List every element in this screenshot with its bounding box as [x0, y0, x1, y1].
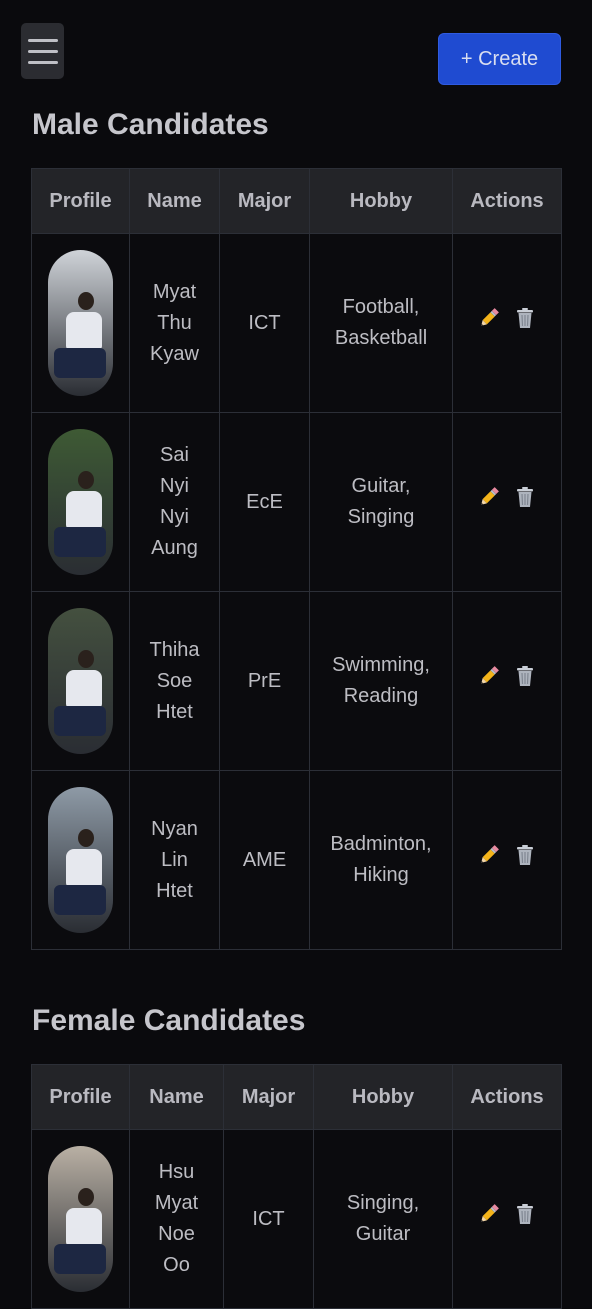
avatar-pants	[54, 1244, 106, 1274]
hobby-cell: Singing, Guitar	[313, 1129, 453, 1309]
avatar-pants	[54, 348, 106, 378]
hamburger-menu-icon[interactable]	[21, 23, 64, 79]
trash-icon[interactable]	[513, 306, 537, 340]
menu-bar	[27, 60, 58, 64]
major-cell: PrE	[219, 591, 310, 771]
male-candidates-title: Male Candidates	[32, 108, 269, 141]
table-row: Nyan Lin Htet AME Badminton, Hiking	[31, 770, 562, 950]
avatar	[48, 787, 113, 933]
column-header-major: Major	[219, 168, 310, 234]
hobby-cell: Swimming, Reading	[309, 591, 453, 771]
avatar-head	[78, 1188, 94, 1206]
avatar-head	[78, 650, 94, 668]
actions-cell	[452, 770, 562, 950]
avatar-shirt	[66, 491, 102, 529]
column-header-actions: Actions	[452, 168, 562, 234]
create-button[interactable]: + Create	[438, 33, 561, 85]
name-cell: Myat Thu Kyaw	[129, 233, 220, 413]
avatar-shirt	[66, 1208, 102, 1246]
table-header-row: Profile Name Major Hobby Actions	[31, 1064, 562, 1130]
trash-icon[interactable]	[513, 485, 537, 519]
top-bar: + Create	[0, 0, 592, 100]
actions-group	[453, 843, 561, 877]
trash-icon[interactable]	[513, 664, 537, 698]
table-row: Sai Nyi Nyi Aung EcE Guitar, Singing	[31, 412, 562, 592]
table-header-row: Profile Name Major Hobby Actions	[31, 168, 562, 234]
pencil-icon[interactable]	[477, 306, 501, 340]
table-row: Hsu Myat Noe Oo ICT Singing, Guitar	[31, 1129, 562, 1309]
avatar-pants	[54, 527, 106, 557]
avatar-shirt	[66, 670, 102, 708]
actions-group	[453, 485, 561, 519]
name-cell: Thiha Soe Htet	[129, 591, 220, 771]
name-cell: Sai Nyi Nyi Aung	[129, 412, 220, 592]
column-header-name: Name	[129, 1064, 224, 1130]
major-cell: ICT	[219, 233, 310, 413]
pencil-icon[interactable]	[477, 664, 501, 698]
avatar	[48, 1146, 113, 1292]
hobby-cell: Badminton, Hiking	[309, 770, 453, 950]
table-row: Thiha Soe Htet PrE Swimming, Reading	[31, 591, 562, 771]
pencil-icon[interactable]	[477, 1202, 501, 1236]
trash-icon[interactable]	[513, 1202, 537, 1236]
major-cell: AME	[219, 770, 310, 950]
hobby-cell: Guitar, Singing	[309, 412, 453, 592]
pencil-icon[interactable]	[477, 843, 501, 877]
menu-bar	[27, 49, 58, 53]
column-header-hobby: Hobby	[313, 1064, 453, 1130]
column-header-name: Name	[129, 168, 220, 234]
column-header-profile: Profile	[31, 168, 130, 234]
name-cell: Nyan Lin Htet	[129, 770, 220, 950]
avatar-head	[78, 829, 94, 847]
profile-cell	[31, 1129, 130, 1309]
avatar-pants	[54, 885, 106, 915]
column-header-profile: Profile	[31, 1064, 130, 1130]
actions-group	[453, 306, 561, 340]
trash-icon[interactable]	[513, 843, 537, 877]
major-cell: ICT	[223, 1129, 314, 1309]
actions-group	[453, 664, 561, 698]
profile-cell	[31, 233, 130, 413]
avatar-head	[78, 292, 94, 310]
avatar	[48, 250, 113, 396]
female-candidates-title: Female Candidates	[32, 1004, 306, 1037]
actions-cell	[452, 591, 562, 771]
avatar-head	[78, 471, 94, 489]
profile-cell	[31, 591, 130, 771]
column-header-hobby: Hobby	[309, 168, 453, 234]
pencil-icon[interactable]	[477, 485, 501, 519]
menu-bar	[27, 38, 58, 42]
actions-cell	[452, 233, 562, 413]
hobby-cell: Football, Basketball	[309, 233, 453, 413]
name-cell: Hsu Myat Noe Oo	[129, 1129, 224, 1309]
table-row: Myat Thu Kyaw ICT Football, Basketball	[31, 233, 562, 413]
avatar-shirt	[66, 849, 102, 887]
major-cell: EcE	[219, 412, 310, 592]
column-header-actions: Actions	[452, 1064, 562, 1130]
profile-cell	[31, 770, 130, 950]
avatar	[48, 608, 113, 754]
actions-group	[453, 1202, 561, 1236]
column-header-major: Major	[223, 1064, 314, 1130]
avatar-shirt	[66, 312, 102, 350]
actions-cell	[452, 1129, 562, 1309]
avatar-pants	[54, 706, 106, 736]
avatar	[48, 429, 113, 575]
female-candidates-table: Profile Name Major Hobby Actions Hsu Myat No…	[31, 1064, 562, 1309]
actions-cell	[452, 412, 562, 592]
male-candidates-table: Profile Name Major Hobby Actions Myat Thu Ky…	[31, 168, 562, 950]
profile-cell	[31, 412, 130, 592]
